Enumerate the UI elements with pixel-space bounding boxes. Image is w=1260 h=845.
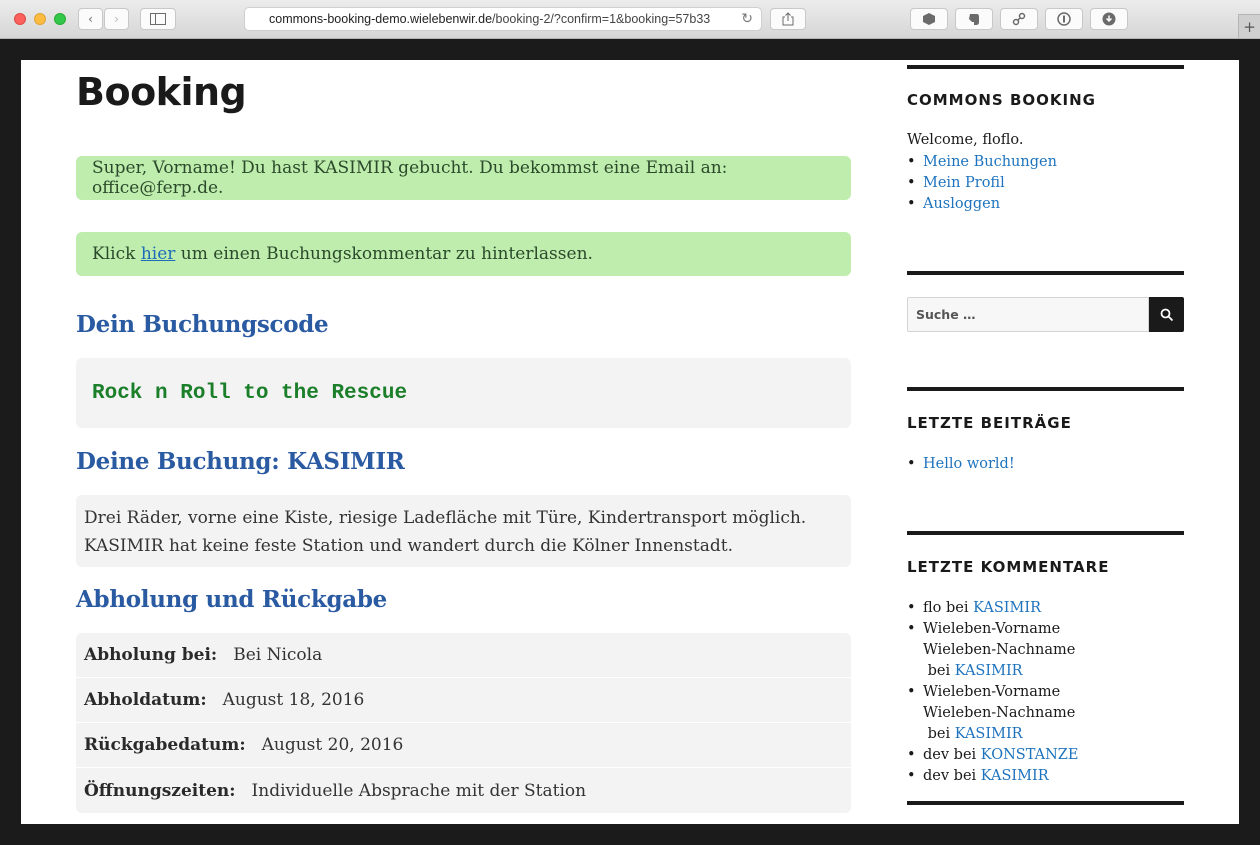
detail-value: August 20, 2016 [261, 735, 404, 755]
detail-label: Rückgabedatum: [84, 735, 246, 755]
comment-author: dev [923, 747, 950, 763]
comment-post-link[interactable]: KASIMIR [973, 600, 1041, 616]
zoom-window-button[interactable] [54, 13, 66, 25]
web-page: Booking Super, Vorname! Du hast KASIMIR … [21, 60, 1239, 824]
back-button[interactable]: ‹ [78, 8, 103, 30]
my-bookings-link[interactable]: Meine Buchungen [923, 154, 1057, 170]
comment-author: Wieleben-Vorname Wieleben-Nachname [923, 621, 1076, 658]
comment-author: dev [923, 768, 950, 784]
list-item: Wieleben-Vorname Wieleben-Nachname bei K… [907, 619, 1137, 682]
list-item: dev bei KONSTANZE [907, 745, 1137, 766]
recent-posts-heading: LETZTE BEITRÄGE [907, 414, 1072, 432]
comment-author: flo [923, 600, 942, 616]
url-path: /booking-2/?confirm=1&booking=57b33 [492, 12, 711, 26]
search-icon [1160, 308, 1173, 321]
recent-posts-list: Hello world! [907, 454, 1184, 475]
minimize-window-button[interactable] [34, 13, 46, 25]
detail-value: August 18, 2016 [222, 690, 365, 710]
widget-divider [907, 271, 1184, 275]
url-host: commons-booking-demo.wielebenwir.de [269, 12, 493, 26]
user-links-list: Meine Buchungen Mein Profil Ausloggen [907, 152, 1184, 215]
comment-separator: bei [949, 747, 981, 763]
booking-code-box: Rock n Roll to the Rescue [76, 358, 851, 428]
detail-row-pickup-location: Abholung bei: Bei Nicola [76, 633, 851, 678]
comment-link[interactable]: hier [141, 244, 176, 264]
share-button[interactable] [770, 8, 806, 30]
downloads-button[interactable] [1090, 8, 1128, 30]
success-notice: Super, Vorname! Du hast KASIMIR gebucht.… [76, 156, 851, 200]
sidebar-icon [150, 13, 166, 25]
welcome-text: Welcome, floflo. [907, 132, 1024, 148]
comment-notice-after: um einen Buchungskommentar zu hinterlass… [175, 244, 593, 264]
comment-separator: bei [923, 726, 955, 742]
comment-post-link[interactable]: KASIMIR [955, 663, 1023, 679]
widget-divider [907, 65, 1184, 69]
comment-post-link[interactable]: KASIMIR [981, 768, 1049, 784]
list-item: Wieleben-Vorname Wieleben-Nachname bei K… [907, 682, 1137, 745]
comment-separator: bei [923, 663, 955, 679]
comment-separator: bei [941, 600, 974, 616]
list-item: flo bei KASIMIR [907, 598, 1137, 619]
pickup-details-table: Abholung bei: Bei Nicola Abholdatum: Aug… [76, 633, 851, 813]
password-manager-icon [1057, 12, 1071, 26]
forward-button[interactable]: › [104, 8, 129, 30]
list-item: Ausloggen [907, 194, 1184, 215]
list-item: Mein Profil [907, 173, 1184, 194]
extension-link-button[interactable] [1000, 8, 1038, 30]
comment-post-link[interactable]: KASIMIR [955, 726, 1023, 742]
list-item: dev bei KASIMIR [907, 766, 1137, 787]
comment-notice: Klick hier um einen Buchungskommentar zu… [76, 232, 851, 276]
extension-box-button[interactable] [910, 8, 948, 30]
address-bar[interactable]: commons-booking-demo.wielebenwir.de/book… [244, 7, 762, 31]
comment-post-link[interactable]: KONSTANZE [981, 747, 1079, 763]
recent-comments-heading: LETZTE KOMMENTARE [907, 558, 1110, 576]
elephant-icon [969, 14, 979, 25]
my-profile-link[interactable]: Mein Profil [923, 175, 1005, 191]
booking-code: Rock n Roll to the Rescue [92, 381, 408, 405]
detail-row-pickup-date: Abholdatum: August 18, 2016 [76, 678, 851, 723]
detail-row-return-date: Rückgabedatum: August 20, 2016 [76, 723, 851, 768]
comment-author: Wieleben-Vorname Wieleben-Nachname [923, 684, 1076, 721]
commons-booking-heading: COMMONS BOOKING [907, 91, 1096, 109]
comment-separator: bei [949, 768, 981, 784]
chevron-left-icon: ‹ [88, 12, 93, 26]
logout-link[interactable]: Ausloggen [923, 196, 1000, 212]
item-heading: Deine Buchung: KASIMIR [76, 448, 405, 475]
reload-icon[interactable]: ↻ [741, 11, 753, 27]
pickup-heading: Abholung und Rückgabe [76, 586, 387, 613]
widget-divider [907, 531, 1184, 535]
success-notice-text: Super, Vorname! Du hast KASIMIR gebucht.… [92, 158, 728, 198]
list-item: Meine Buchungen [907, 152, 1184, 173]
detail-value: Bei Nicola [233, 645, 323, 665]
page-title: Booking [76, 70, 247, 114]
search-button[interactable] [1149, 297, 1184, 332]
new-tab-button[interactable]: + [1238, 14, 1260, 38]
link-icon [1012, 12, 1026, 26]
detail-value: Individuelle Absprache mit der Station [251, 780, 587, 801]
search-input[interactable] [907, 297, 1149, 332]
browser-toolbar: ‹ › commons-booking-demo.wielebenwir.de /… [0, 0, 1260, 39]
list-item: Hello world! [907, 454, 1184, 475]
widget-divider [907, 801, 1184, 805]
share-icon [782, 12, 794, 26]
chevron-right-icon: › [114, 12, 119, 26]
post-link[interactable]: Hello world! [923, 456, 1015, 472]
search-form [907, 297, 1184, 332]
booking-code-heading: Dein Buchungscode [76, 311, 329, 338]
sidebar-toggle-button[interactable] [140, 8, 176, 30]
widget-divider [907, 387, 1184, 391]
detail-label: Abholdatum: [84, 690, 207, 710]
detail-label: Abholung bei: [84, 645, 218, 665]
detail-label: Öffnungszeiten: [84, 780, 236, 801]
box-icon [923, 13, 935, 25]
extension-password-button[interactable] [1045, 8, 1083, 30]
comment-notice-before: Klick [92, 244, 141, 264]
download-icon [1102, 12, 1116, 26]
item-description: Drei Räder, vorne eine Kiste, riesige La… [76, 495, 851, 567]
extension-evernote-button[interactable] [955, 8, 993, 30]
close-window-button[interactable] [14, 13, 26, 25]
detail-row-opening-hours: Öffnungszeiten: Individuelle Absprache m… [76, 768, 851, 813]
recent-comments-list: flo bei KASIMIR Wieleben-Vorname Wielebe… [907, 598, 1137, 787]
